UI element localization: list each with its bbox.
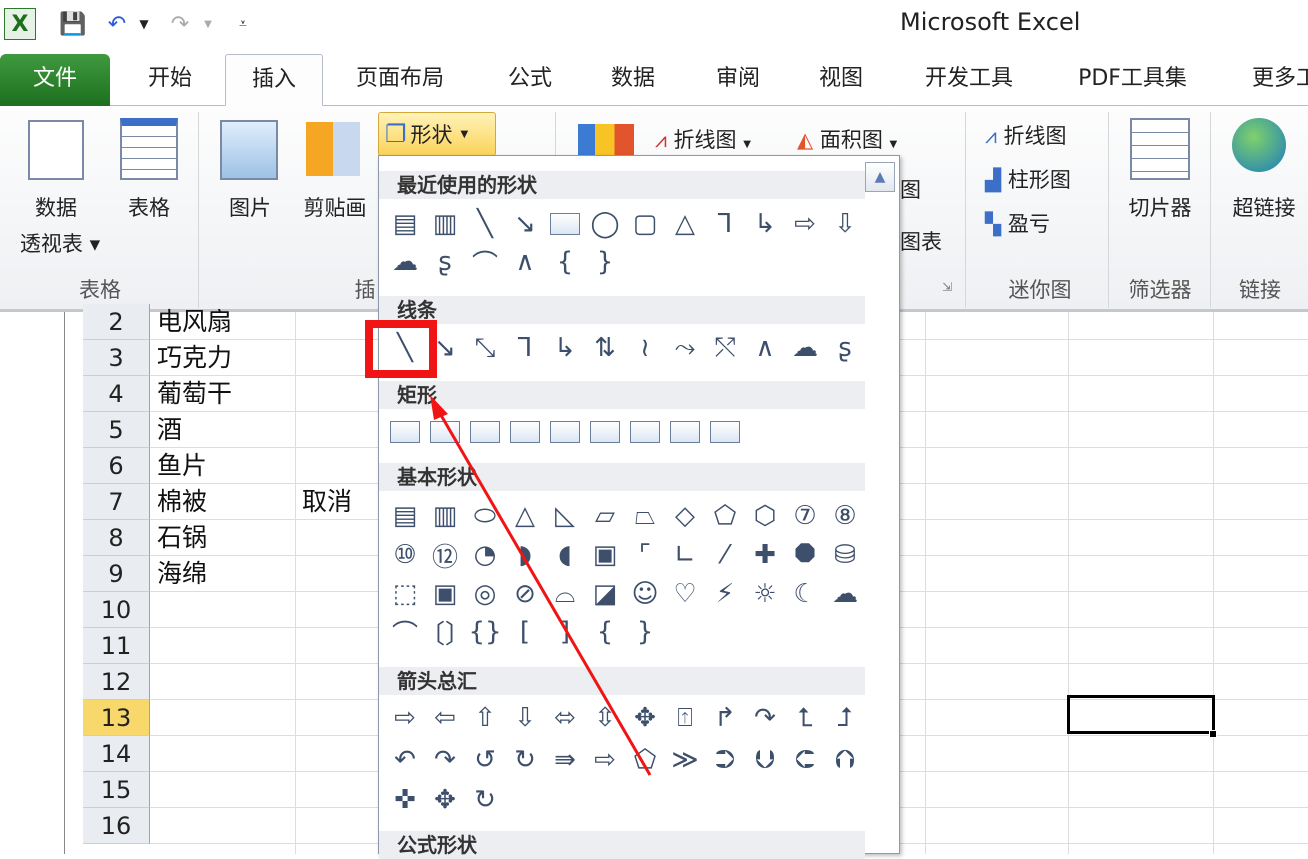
annotation-arrow [0, 0, 1308, 854]
